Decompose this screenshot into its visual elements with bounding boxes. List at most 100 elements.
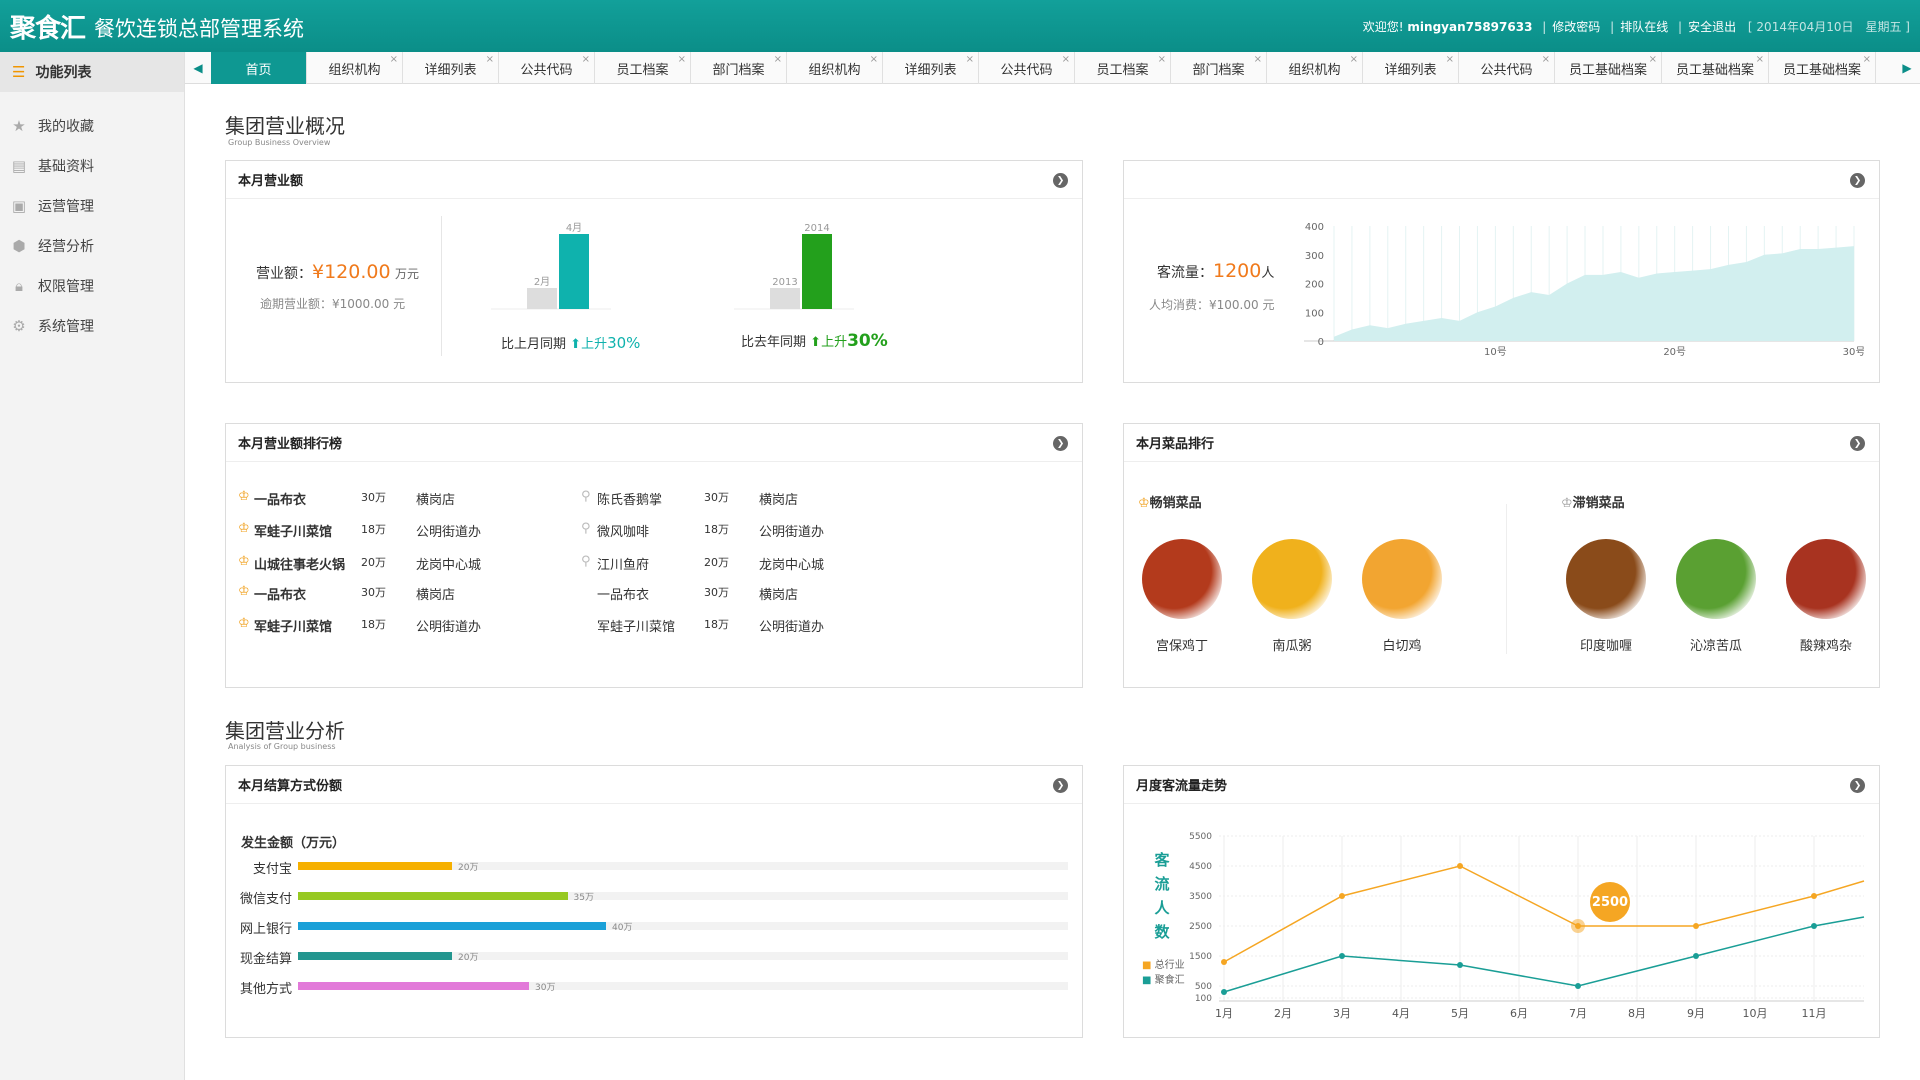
more-arrow-icon[interactable]: ❯ <box>1850 173 1865 188</box>
close-icon[interactable]: × <box>1062 54 1070 65</box>
x-tick-label: 8月 <box>1628 1007 1646 1020</box>
x-tick-label: 5月 <box>1451 1007 1469 1020</box>
rank-name[interactable]: 江川鱼府 <box>597 554 649 573</box>
close-icon[interactable]: × <box>582 54 590 65</box>
logout-link[interactable]: 安全退出 <box>1688 20 1736 34</box>
close-icon[interactable]: × <box>678 54 686 65</box>
close-icon[interactable]: × <box>1446 54 1454 65</box>
rank-name[interactable]: 军蛙子川菜馆 <box>254 521 332 540</box>
dish-item[interactable]: 白切鸡 <box>1362 539 1442 654</box>
more-arrow-icon[interactable]: ❯ <box>1053 173 1068 188</box>
medal-icon: ♔ <box>238 584 250 599</box>
tab-label: 公共代码 <box>1480 62 1533 78</box>
rank-name[interactable]: 一品布衣 <box>254 584 306 603</box>
rank-name[interactable]: 一品布衣 <box>254 489 306 508</box>
change-password-link[interactable]: 修改密码 <box>1552 20 1600 34</box>
more-arrow-icon[interactable]: ❯ <box>1850 778 1865 793</box>
close-icon[interactable]: × <box>1649 54 1657 65</box>
dish-item[interactable]: 宫保鸡丁 <box>1142 539 1222 654</box>
best-label-text: 畅销菜品 <box>1149 496 1202 511</box>
rank-name[interactable]: 军蛙子川菜馆 <box>254 616 332 635</box>
close-icon[interactable]: × <box>1863 54 1871 65</box>
rank-amount: 30万 <box>361 491 386 504</box>
close-icon[interactable]: × <box>1350 54 1358 65</box>
traffic-area-chart: 400 300 200 100 0 10号 20号 30号 <box>1304 222 1864 358</box>
close-icon[interactable]: × <box>1158 54 1166 65</box>
sidebar-item-system[interactable]: ⚙ 系统管理 <box>0 306 184 346</box>
sidebar-item-favorites[interactable]: ★ 我的收藏 <box>0 106 184 146</box>
yoy-compare: 比去年同期 ⬆上升30% <box>741 331 888 351</box>
payment-value-label: 20万 <box>458 953 479 963</box>
more-arrow-icon[interactable]: ❯ <box>1053 778 1068 793</box>
rank-name[interactable]: 军蛙子川菜馆 <box>597 616 675 635</box>
yoy-caption: 比去年同期 <box>741 335 807 350</box>
payment-value-label: 20万 <box>458 863 479 873</box>
close-icon[interactable]: × <box>870 54 878 65</box>
rank-name[interactable]: 陈氏香鹅掌 <box>597 489 662 508</box>
x-tick-label: 10月 <box>1743 1007 1768 1020</box>
tab-scroll-left-icon[interactable]: ◀ <box>185 52 211 84</box>
payment-bar <box>298 922 606 930</box>
queue-online-link[interactable]: 排队在线 <box>1620 20 1668 34</box>
tab-13[interactable]: 公共代码 × <box>1459 52 1555 84</box>
tab-0[interactable]: 首页 <box>211 52 307 84</box>
tab-14[interactable]: 员工基础档案 × <box>1555 52 1663 84</box>
rank-name[interactable]: 一品布衣 <box>597 584 649 603</box>
tab-10[interactable]: 部门档案 × <box>1171 52 1267 84</box>
close-icon[interactable]: × <box>774 54 782 65</box>
yoy-pct: 30% <box>847 331 888 351</box>
tab-4[interactable]: 员工档案 × <box>595 52 691 84</box>
tab-label: 员工档案 <box>616 62 669 78</box>
curr-bar-label: 2014 <box>804 223 829 234</box>
sidebar-item-analysis[interactable]: ⬢ 经营分析 <box>0 226 184 266</box>
tab-5[interactable]: 部门档案 × <box>691 52 787 84</box>
sidebar-item-basic-data[interactable]: ▤ 基础资料 <box>0 146 184 186</box>
tab-2[interactable]: 详细列表 × <box>403 52 499 84</box>
tab-3[interactable]: 公共代码 × <box>499 52 595 84</box>
prev-bar-label: 2013 <box>772 277 797 288</box>
tab-label: 首页 <box>245 62 272 78</box>
dish-item[interactable]: 印度咖喱 <box>1566 539 1646 654</box>
y-tick-label: 200 <box>1305 280 1324 291</box>
more-arrow-icon[interactable]: ❯ <box>1053 436 1068 451</box>
close-icon[interactable]: × <box>486 54 494 65</box>
tab-9[interactable]: 员工档案 × <box>1075 52 1171 84</box>
user-bar: 欢迎您! mingyan75897633 | 修改密码 | 排队在线 | 安全退出 [… <box>1362 20 1910 34</box>
dish-item[interactable]: 沁凉苦瓜 <box>1676 539 1756 654</box>
series-point <box>1339 893 1345 899</box>
sidebar-item-operations[interactable]: ▣ 运营管理 <box>0 186 184 226</box>
tab-scroll-right-icon[interactable]: ▶ <box>1894 52 1920 84</box>
y-tick-label: 500 <box>1195 982 1212 992</box>
dish-photo <box>1142 539 1222 619</box>
sidebar-item-permissions[interactable]: 🔒︎ 权限管理 <box>0 266 184 306</box>
traffic-panel: ❯ 客流量：1200人 人均消费：¥100.00 元 400 300 200 100 0… <box>1123 160 1880 383</box>
tab-12[interactable]: 详细列表 × <box>1363 52 1459 84</box>
dish-item[interactable]: 南瓜粥 <box>1252 539 1332 654</box>
y-tick-label: 400 <box>1305 222 1324 233</box>
sidebar-header[interactable]: ☰ 功能列表 <box>0 52 184 92</box>
tab-7[interactable]: 详细列表 × <box>883 52 979 84</box>
ranking-panel-title: 本月营业额排行榜 <box>226 424 1082 462</box>
rank-amount: 18万 <box>704 523 729 536</box>
more-arrow-icon[interactable]: ❯ <box>1850 436 1865 451</box>
tab-16[interactable]: 员工基础档案 × <box>1769 52 1877 84</box>
close-icon[interactable]: × <box>1542 54 1550 65</box>
prev-bar-label: 2月 <box>534 276 550 288</box>
close-icon[interactable]: × <box>966 54 974 65</box>
close-icon[interactable]: × <box>1254 54 1262 65</box>
dish-item[interactable]: 酸辣鸡杂 <box>1786 539 1866 654</box>
payment-bar <box>298 952 452 960</box>
traffic-label: 客流量： <box>1157 265 1213 281</box>
tab-11[interactable]: 组织机构 × <box>1267 52 1363 84</box>
close-icon[interactable]: × <box>390 54 398 65</box>
monthly-panel: 月度客流量走势 ❯ 客流人数 ■ 总行业 ■ 聚食汇 5500 4500 3500 25… <box>1123 765 1880 1038</box>
close-icon[interactable]: × <box>1756 54 1764 65</box>
tab-15[interactable]: 员工基础档案 × <box>1662 52 1770 84</box>
payment-bar <box>298 982 529 990</box>
rank-name[interactable]: 山城往事老火锅 <box>254 554 345 573</box>
tab-8[interactable]: 公共代码 × <box>979 52 1075 84</box>
tab-1[interactable]: 组织机构 × <box>307 52 403 84</box>
y-tick-label: 3500 <box>1189 892 1212 902</box>
rank-name[interactable]: 微风咖啡 <box>597 521 649 540</box>
tab-6[interactable]: 组织机构 × <box>787 52 883 84</box>
